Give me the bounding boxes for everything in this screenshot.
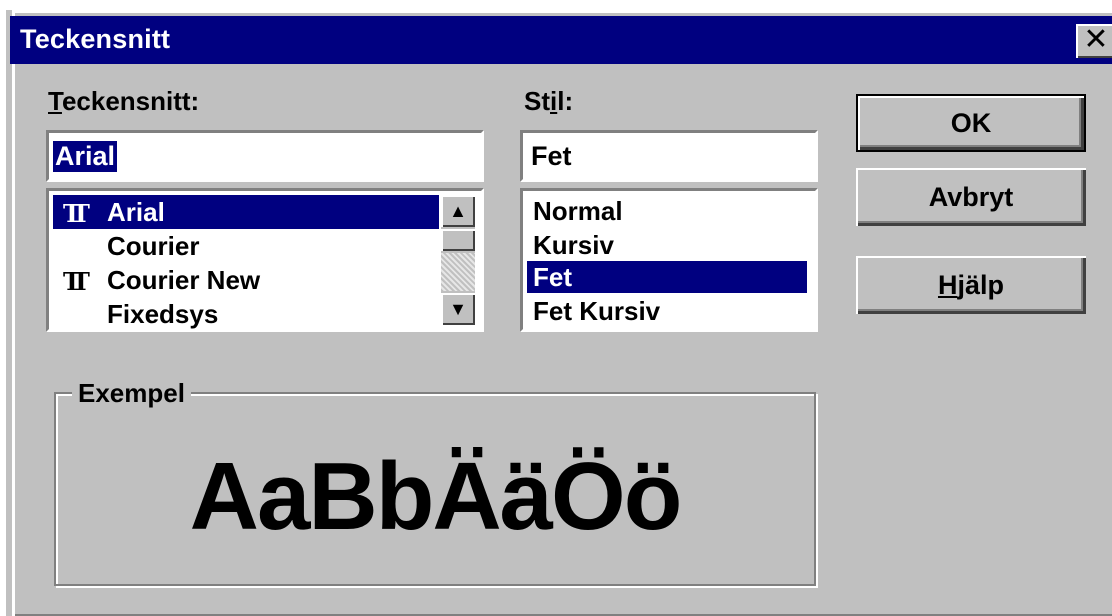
list-item-label: Fixedsys: [107, 299, 219, 329]
help-button[interactable]: Hjälp: [856, 256, 1086, 314]
list-item-arial[interactable]: TT Arial: [53, 195, 439, 229]
style-label-text-end: l:: [557, 86, 574, 116]
sample-text: AaBbÄäÖö: [189, 443, 683, 550]
list-item-fixedsys[interactable]: Fixedsys: [53, 297, 439, 331]
font-label-mnemonic: T: [48, 86, 62, 116]
ok-button[interactable]: OK: [856, 94, 1086, 152]
truetype-icon: TT: [63, 267, 90, 296]
list-item-label: Arial: [107, 197, 165, 227]
font-input[interactable]: Arial: [46, 130, 484, 182]
list-item-fet-kursiv[interactable]: Fet Kursiv: [527, 295, 807, 327]
dialog-title: Teckensnitt: [20, 24, 171, 54]
truetype-icon: TT: [63, 199, 90, 228]
scroll-thumb[interactable]: [441, 229, 475, 251]
chevron-up-icon: ▲: [449, 201, 467, 221]
list-item-normal[interactable]: Normal: [527, 195, 807, 227]
scroll-track[interactable]: [441, 253, 475, 291]
list-item-label: Courier New: [107, 265, 261, 295]
chevron-down-icon: ▼: [449, 299, 467, 319]
style-input[interactable]: Fet: [520, 130, 818, 182]
help-button-mnemonic: H: [937, 270, 958, 300]
font-list[interactable]: TT Arial Courier TT Courier New Fixedsys…: [46, 188, 484, 332]
list-item-courier-new[interactable]: TT Courier New: [53, 263, 439, 297]
scroll-up-button[interactable]: ▲: [441, 195, 475, 227]
list-item-kursiv[interactable]: Kursiv: [527, 229, 807, 261]
close-button[interactable]: ✕: [1076, 24, 1112, 58]
scroll-down-button[interactable]: ▼: [441, 293, 475, 325]
help-button-label: jälp: [957, 270, 1004, 300]
style-label-text: St: [524, 86, 550, 116]
font-label: Teckensnitt:: [48, 86, 199, 117]
font-input-value: Arial: [53, 141, 118, 172]
font-label-text: eckensnitt:: [61, 86, 200, 116]
title-bar: Teckensnitt ✕: [10, 16, 1112, 64]
list-item-fet[interactable]: Fet: [527, 261, 807, 293]
sample-group-label: Exempel: [72, 378, 191, 409]
list-item-label: Courier: [107, 231, 200, 261]
style-label: Stil:: [524, 86, 573, 117]
cancel-button[interactable]: Avbryt: [856, 168, 1086, 226]
style-input-value: Fet: [531, 141, 572, 171]
style-list[interactable]: Normal Kursiv Fet Fet Kursiv: [520, 188, 818, 332]
font-list-scrollbar[interactable]: ▲ ▼: [441, 195, 475, 325]
list-item-courier[interactable]: Courier: [53, 229, 439, 263]
